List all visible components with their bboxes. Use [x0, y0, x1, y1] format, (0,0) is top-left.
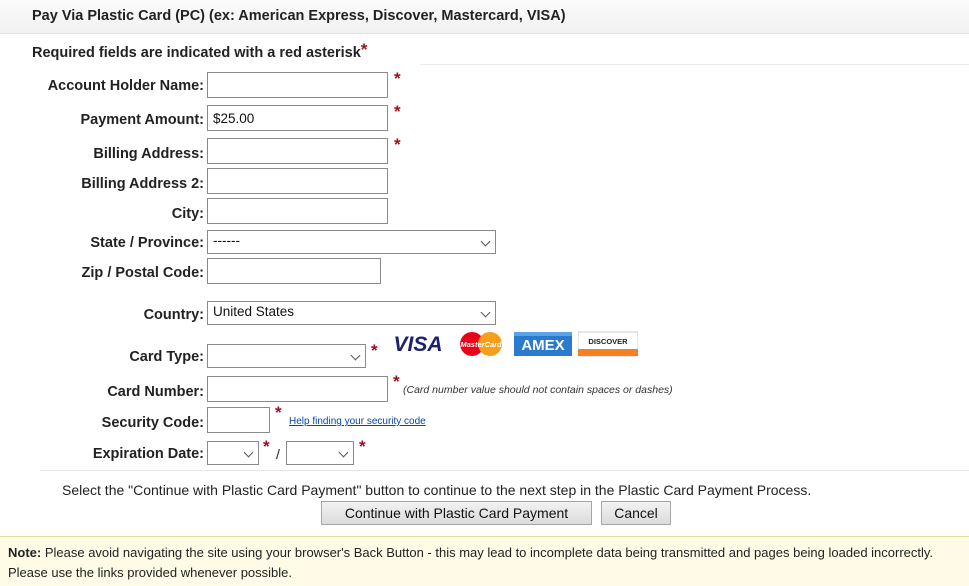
card-number-hint: (Card number value should not contain sp… — [403, 384, 673, 396]
required-asterisk: * — [394, 102, 401, 121]
section-header: Pay Via Plastic Card (PC) (ex: American … — [0, 0, 969, 34]
required-asterisk: * — [275, 403, 282, 422]
amex-logo-text: AMEX — [521, 337, 564, 354]
note-text: Note: Please avoid navigating the site u… — [8, 543, 958, 583]
country-label: Country: — [143, 307, 204, 323]
account-holder-input[interactable] — [207, 72, 388, 98]
country-select[interactable]: United States — [207, 301, 496, 325]
state-label: State / Province: — [90, 235, 204, 251]
card-number-input[interactable] — [207, 376, 388, 402]
discover-logo: DISCOVER — [578, 331, 638, 357]
required-asterisk: * — [263, 437, 270, 456]
discover-logo-text: DISCOVER — [588, 337, 628, 346]
note-banner: Note: Please avoid navigating the site u… — [0, 536, 969, 586]
mastercard-logo: MasterCard — [460, 332, 502, 356]
chevron-down-icon — [350, 350, 361, 361]
required-asterisk: * — [360, 40, 368, 59]
chevron-down-icon — [338, 447, 349, 458]
security-code-label: Security Code: — [101, 415, 204, 431]
card-number-label: Card Number: — [107, 384, 204, 400]
instructions-text: Select the "Continue with Plastic Card P… — [62, 482, 812, 498]
mastercard-logo-text: MasterCard — [460, 340, 502, 349]
note-label: Note: — [8, 545, 42, 560]
expiration-separator: / — [276, 446, 280, 462]
city-label: City: — [171, 206, 204, 222]
billing-address2-input[interactable] — [207, 168, 388, 194]
expiration-month-select[interactable] — [207, 441, 259, 465]
security-code-help-link[interactable]: Help finding your security code — [289, 416, 426, 427]
continue-payment-button[interactable]: Continue with Plastic Card Payment — [321, 501, 592, 525]
page-title: Pay Via Plastic Card (PC) (ex: American … — [32, 8, 566, 24]
billing-address2-label: Billing Address 2: — [81, 176, 204, 192]
state-select[interactable]: ------ — [207, 230, 496, 254]
required-asterisk: * — [393, 372, 400, 391]
visa-logo-text: VISA — [393, 333, 442, 356]
payment-amount-label: Payment Amount: — [80, 112, 204, 128]
required-asterisk: * — [394, 135, 401, 154]
divider — [420, 64, 969, 65]
note-body: Please avoid navigating the site using y… — [8, 545, 934, 580]
cancel-button[interactable]: Cancel — [601, 501, 671, 525]
account-holder-label: Account Holder Name: — [47, 78, 204, 94]
payment-amount-input[interactable] — [207, 105, 388, 131]
required-asterisk: * — [394, 69, 401, 88]
chevron-down-icon — [480, 236, 491, 247]
security-code-input[interactable] — [207, 407, 270, 433]
expiration-date-label: Expiration Date: — [92, 446, 204, 462]
country-select-value: United States — [213, 304, 295, 319]
zip-label: Zip / Postal Code: — [81, 265, 204, 281]
visa-logo: VISA — [393, 333, 442, 356]
amex-logo: AMEX — [514, 332, 572, 356]
state-select-value: ------ — [213, 233, 240, 248]
required-asterisk: * — [371, 341, 378, 360]
billing-address-label: Billing Address: — [93, 146, 204, 162]
divider — [40, 470, 969, 471]
card-type-label: Card Type: — [129, 349, 204, 365]
chevron-down-icon — [243, 447, 254, 458]
card-type-select[interactable] — [207, 344, 366, 368]
billing-address-input[interactable] — [207, 138, 388, 164]
city-input[interactable] — [207, 198, 388, 224]
expiration-year-select[interactable] — [286, 441, 354, 465]
required-fields-note: Required fields are indicated with a red… — [32, 40, 368, 61]
chevron-down-icon — [480, 307, 491, 318]
required-asterisk: * — [359, 437, 366, 456]
zip-input[interactable] — [207, 258, 381, 284]
